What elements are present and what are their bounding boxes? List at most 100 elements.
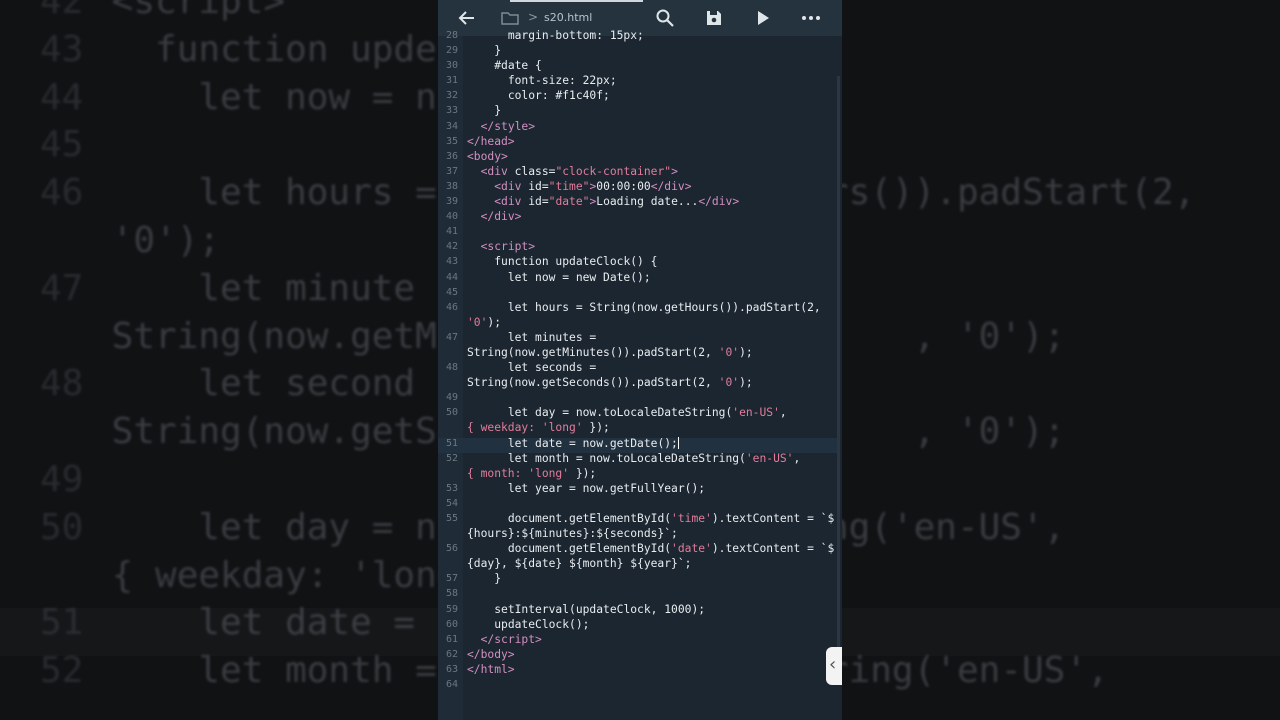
- line-text: }: [467, 104, 502, 118]
- background-line-text: let now = n: [90, 76, 437, 118]
- code-line[interactable]: 50 let day = now.toLocaleDateString('en-…: [438, 405, 842, 435]
- side-panel-handle[interactable]: ‹: [826, 647, 842, 685]
- code-line[interactable]: 28 margin-bottom: 15px;: [438, 28, 842, 43]
- background-line-text: let date =: [90, 602, 416, 644]
- line-text: margin-bottom: 15px;: [467, 29, 644, 42]
- code-line[interactable]: 32 color: #f1c40f;: [438, 88, 842, 103]
- line-number: 55: [445, 513, 458, 524]
- phone-screen: > s20.html 28 margin-bottom: 15px; 29 } 30…: [438, 0, 842, 720]
- code-line[interactable]: 39 <div id="date">Loading date...</div>: [438, 194, 842, 209]
- line-number: 38: [445, 180, 458, 192]
- code-line[interactable]: 60 updateClock();: [438, 617, 842, 632]
- line-number: 39: [445, 196, 458, 208]
- line-text: setInterval(updateClock, 1000);: [467, 602, 706, 616]
- line-number: 41: [445, 226, 458, 238]
- code-line[interactable]: 55 document.getElementById('time').textC…: [438, 511, 842, 541]
- line-number: 57: [445, 573, 458, 585]
- line-text: </body>: [467, 647, 515, 661]
- code-line[interactable]: 58: [438, 586, 842, 601]
- code-area[interactable]: 28 margin-bottom: 15px; 29 } 30 #date {31 …: [438, 28, 842, 692]
- line-number: 58: [445, 588, 458, 600]
- code-line[interactable]: 62 </body>: [438, 647, 842, 662]
- code-line[interactable]: 45: [438, 285, 842, 300]
- code-line[interactable]: 43 function updateClock() {: [438, 254, 842, 269]
- code-line[interactable]: 33 }: [438, 103, 842, 118]
- line-text: let hours = String(now.getHours()).padSt…: [467, 300, 821, 329]
- line-text: let month = now.toLocaleDateString('en-U…: [467, 451, 801, 480]
- background-line-number: 46: [40, 172, 84, 214]
- code-line[interactable]: 41: [438, 224, 842, 239]
- code-line[interactable]: 42 <script>: [438, 239, 842, 254]
- line-number: 62: [445, 648, 458, 660]
- background-line-number: 48: [40, 363, 84, 405]
- code-line[interactable]: 57 }: [438, 571, 842, 586]
- code-line[interactable]: 48 let seconds = String(now.getSeconds()…: [438, 360, 842, 390]
- background-line-text: '0');: [90, 219, 221, 261]
- line-text: <div class="clock-container">: [480, 164, 678, 178]
- line-number: 46: [445, 301, 458, 313]
- line-number: 33: [445, 105, 458, 117]
- line-number: 28: [445, 30, 458, 41]
- line-text: let day = now.toLocaleDateString('en-US'…: [467, 406, 787, 435]
- background-line-text: <script>: [90, 0, 286, 22]
- line-text: <body>: [467, 149, 508, 163]
- code-line[interactable]: 51 let date = now.getDate();: [438, 436, 842, 451]
- line-number: 54: [445, 497, 458, 509]
- line-number: 29: [445, 45, 458, 57]
- code-line[interactable]: 63 </html>: [438, 662, 842, 677]
- save-icon[interactable]: [704, 8, 724, 28]
- background-line-number: 45: [40, 124, 84, 166]
- line-number: 61: [445, 633, 458, 645]
- line-text: #date {: [467, 59, 542, 73]
- code-line[interactable]: 34 </style>: [438, 119, 842, 134]
- line-number: 44: [445, 271, 458, 283]
- code-line[interactable]: 38 <div id="time">00:00:00</div>: [438, 179, 842, 194]
- code-editor[interactable]: 28 margin-bottom: 15px; 29 } 30 #date {31 …: [438, 29, 842, 720]
- code-line[interactable]: 49: [438, 390, 842, 405]
- code-line[interactable]: 29 }: [438, 43, 842, 58]
- line-text: let now = new Date();: [467, 270, 651, 284]
- code-line[interactable]: 56 document.getElementById('date').textC…: [438, 541, 842, 571]
- line-number: 30: [445, 60, 458, 72]
- line-text: </script>: [480, 632, 542, 646]
- line-number: 47: [445, 331, 458, 343]
- code-line[interactable]: 46 let hours = String(now.getHours()).pa…: [438, 300, 842, 330]
- line-number: 64: [445, 679, 458, 691]
- code-line[interactable]: 31 font-size: 22px;: [438, 73, 842, 88]
- line-number: 63: [445, 663, 458, 675]
- code-line[interactable]: 59 setInterval(updateClock, 1000);: [438, 602, 842, 617]
- editor-scrollbar[interactable]: [837, 76, 840, 656]
- line-number: 37: [445, 165, 458, 177]
- line-text: <div id="time">00:00:00</div>: [494, 179, 692, 193]
- code-line[interactable]: 64: [438, 677, 842, 692]
- code-line[interactable]: 36 <body>: [438, 149, 842, 164]
- background-line-text: let minute: [90, 267, 416, 309]
- code-line[interactable]: 61 </script>: [438, 632, 842, 647]
- line-text: updateClock();: [467, 617, 590, 631]
- code-line[interactable]: 52 let month = now.toLocaleDateString('e…: [438, 451, 842, 481]
- play-icon[interactable]: [753, 8, 773, 28]
- code-line[interactable]: 47 let minutes = String(now.getMinutes()…: [438, 330, 842, 360]
- line-text: let year = now.getFullYear();: [467, 481, 706, 495]
- search-icon[interactable]: [655, 8, 675, 28]
- folder-icon[interactable]: [500, 8, 520, 28]
- back-arrow-icon[interactable]: [457, 8, 477, 28]
- background-line-number: 51: [40, 602, 84, 644]
- code-line[interactable]: 53 let year = now.getFullYear();: [438, 481, 842, 496]
- code-line[interactable]: 30 #date {: [438, 58, 842, 73]
- line-text: <div id="date">Loading date...</div>: [494, 195, 740, 209]
- line-number: 35: [445, 135, 458, 147]
- line-number: 40: [445, 211, 458, 223]
- line-text: document.getElementById('date').textCont…: [467, 542, 835, 571]
- code-line[interactable]: 40 </div>: [438, 209, 842, 224]
- background-line-number: 42: [40, 0, 84, 22]
- code-line[interactable]: 35 </head>: [438, 134, 842, 149]
- code-line[interactable]: 54: [438, 496, 842, 511]
- line-text: font-size: 22px;: [467, 74, 617, 88]
- line-number: 43: [445, 256, 458, 268]
- file-name[interactable]: s20.html: [544, 11, 592, 24]
- code-line[interactable]: 44 let now = new Date();: [438, 270, 842, 285]
- more-icon[interactable]: [801, 8, 821, 28]
- code-line[interactable]: 37 <div class="clock-container">: [438, 164, 842, 179]
- background-line-text: [90, 459, 112, 500]
